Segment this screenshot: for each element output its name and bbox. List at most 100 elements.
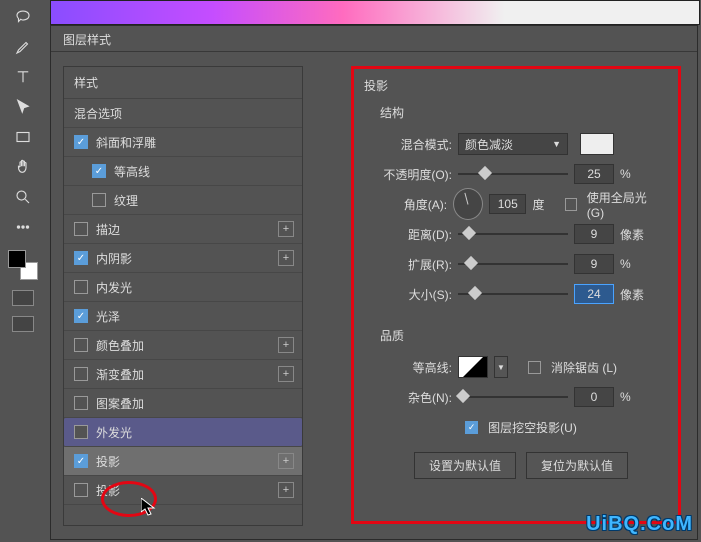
more-tools-icon[interactable] [10, 214, 36, 240]
tools-toolbar [0, 0, 46, 542]
screenmode-icon[interactable] [12, 316, 34, 332]
reset-default-button[interactable]: 复位为默认值 [526, 452, 628, 479]
distance-label: 距离(D): [380, 226, 452, 243]
style-row[interactable]: 投影 + [64, 476, 302, 505]
add-effect-icon[interactable]: + [278, 221, 294, 237]
style-checkbox[interactable] [74, 135, 88, 149]
blending-options-label: 混合选项 [74, 105, 122, 122]
add-effect-icon[interactable]: + [278, 250, 294, 266]
knockout-label: 图层挖空投影(U) [488, 419, 577, 436]
noise-input[interactable]: 0 [574, 387, 614, 407]
blending-options-row[interactable]: 混合选项 [64, 99, 302, 128]
style-row[interactable]: 图案叠加 [64, 389, 302, 418]
quality-label: 品质 [380, 327, 662, 344]
noise-label: 杂色(N): [380, 389, 452, 406]
rectangle-tool-icon[interactable] [10, 124, 36, 150]
style-checkbox[interactable] [74, 483, 88, 497]
style-checkbox[interactable] [74, 251, 88, 265]
contour-label: 等高线: [380, 359, 452, 376]
style-checkbox[interactable] [74, 367, 88, 381]
style-row[interactable]: 描边+ [64, 215, 302, 244]
size-row: 大小(S): 24 像素 [380, 279, 662, 309]
style-checkbox[interactable] [74, 338, 88, 352]
distance-slider[interactable] [458, 227, 568, 241]
style-checkbox[interactable] [74, 309, 88, 323]
lasso-tool-icon[interactable] [10, 4, 36, 30]
structure-label: 结构 [380, 104, 662, 121]
style-row[interactable]: 纹理 [64, 186, 302, 215]
style-row[interactable]: 等高线 [64, 157, 302, 186]
spread-row: 扩展(R): 9 % [380, 249, 662, 279]
type-tool-icon[interactable] [10, 64, 36, 90]
style-row[interactable]: 投影+ [64, 447, 302, 476]
path-select-tool-icon[interactable] [10, 94, 36, 120]
add-effect-icon[interactable]: + [278, 366, 294, 382]
section-title: 投影 [364, 77, 668, 94]
style-checkbox[interactable] [74, 425, 88, 439]
knockout-row: 图层挖空投影(U) [380, 412, 662, 442]
blend-mode-row: 混合模式: 颜色减淡 ▼ [380, 129, 662, 159]
brush-tool-icon[interactable] [10, 34, 36, 60]
watermark: UiBQ.CoM [586, 513, 693, 536]
style-row[interactable]: 内发光 [64, 273, 302, 302]
size-slider[interactable] [458, 287, 568, 301]
style-row[interactable]: 内阴影+ [64, 244, 302, 273]
canvas-preview [50, 0, 700, 25]
angle-dial[interactable] [453, 188, 483, 220]
style-label: 图案叠加 [96, 395, 144, 412]
hand-tool-icon[interactable] [10, 154, 36, 180]
contour-swatch[interactable] [458, 356, 488, 378]
style-checkbox[interactable] [74, 280, 88, 294]
style-row[interactable]: 颜色叠加 + [64, 331, 302, 360]
style-checkbox[interactable] [92, 193, 106, 207]
angle-row: 角度(A): 105 度 使用全局光 (G) [380, 189, 662, 219]
blend-mode-value: 颜色减淡 [465, 136, 513, 153]
chevron-down-icon: ▼ [552, 139, 561, 149]
style-checkbox[interactable] [92, 164, 106, 178]
styles-header[interactable]: 样式 [64, 67, 302, 99]
opacity-slider[interactable] [458, 167, 568, 181]
add-effect-icon[interactable]: + [278, 337, 294, 353]
blend-mode-select[interactable]: 颜色减淡 ▼ [458, 133, 568, 155]
make-default-button[interactable]: 设置为默认值 [414, 452, 516, 479]
style-label: 投影 [96, 482, 120, 499]
zoom-tool-icon[interactable] [10, 184, 36, 210]
style-checkbox[interactable] [74, 454, 88, 468]
global-light-label: 使用全局光 (G) [587, 189, 662, 220]
global-light-checkbox[interactable] [565, 198, 577, 211]
style-label: 等高线 [114, 163, 150, 180]
size-input[interactable]: 24 [574, 284, 614, 304]
angle-label: 角度(A): [380, 196, 447, 213]
style-checkbox[interactable] [74, 396, 88, 410]
spread-slider[interactable] [458, 257, 568, 271]
style-row[interactable]: 光泽 [64, 302, 302, 331]
distance-input[interactable]: 9 [574, 224, 614, 244]
default-buttons-row: 设置为默认值 复位为默认值 [380, 452, 662, 479]
knockout-checkbox[interactable] [465, 421, 478, 434]
style-checkbox[interactable] [74, 222, 88, 236]
angle-input[interactable]: 105 [489, 194, 526, 214]
foreground-background-swatch[interactable] [8, 250, 38, 280]
spread-input[interactable]: 9 [574, 254, 614, 274]
add-effect-icon[interactable]: + [278, 453, 294, 469]
style-label: 光泽 [96, 308, 120, 325]
style-row[interactable]: 斜面和浮雕 [64, 128, 302, 157]
contour-dropdown-icon[interactable]: ▼ [494, 356, 508, 378]
noise-row: 杂色(N): 0 % [380, 382, 662, 412]
quickmask-icon[interactable] [12, 290, 34, 306]
style-row[interactable]: 渐变叠加+ [64, 360, 302, 389]
add-effect-icon[interactable]: + [278, 482, 294, 498]
antialias-label: 消除锯齿 (L) [551, 359, 617, 376]
opacity-input[interactable]: 25 [574, 164, 614, 184]
spread-unit: % [620, 257, 648, 271]
antialias-checkbox[interactable] [528, 361, 541, 374]
distance-row: 距离(D): 9 像素 [380, 219, 662, 249]
style-label: 外发光 [96, 424, 132, 441]
style-label: 内发光 [96, 279, 132, 296]
style-row[interactable]: 外发光 [64, 418, 302, 447]
style-label: 颜色叠加 [96, 337, 144, 354]
shadow-color-swatch[interactable] [580, 133, 614, 155]
noise-slider[interactable] [458, 390, 568, 404]
style-label: 斜面和浮雕 [96, 134, 156, 151]
opacity-label: 不透明度(O): [380, 166, 452, 183]
